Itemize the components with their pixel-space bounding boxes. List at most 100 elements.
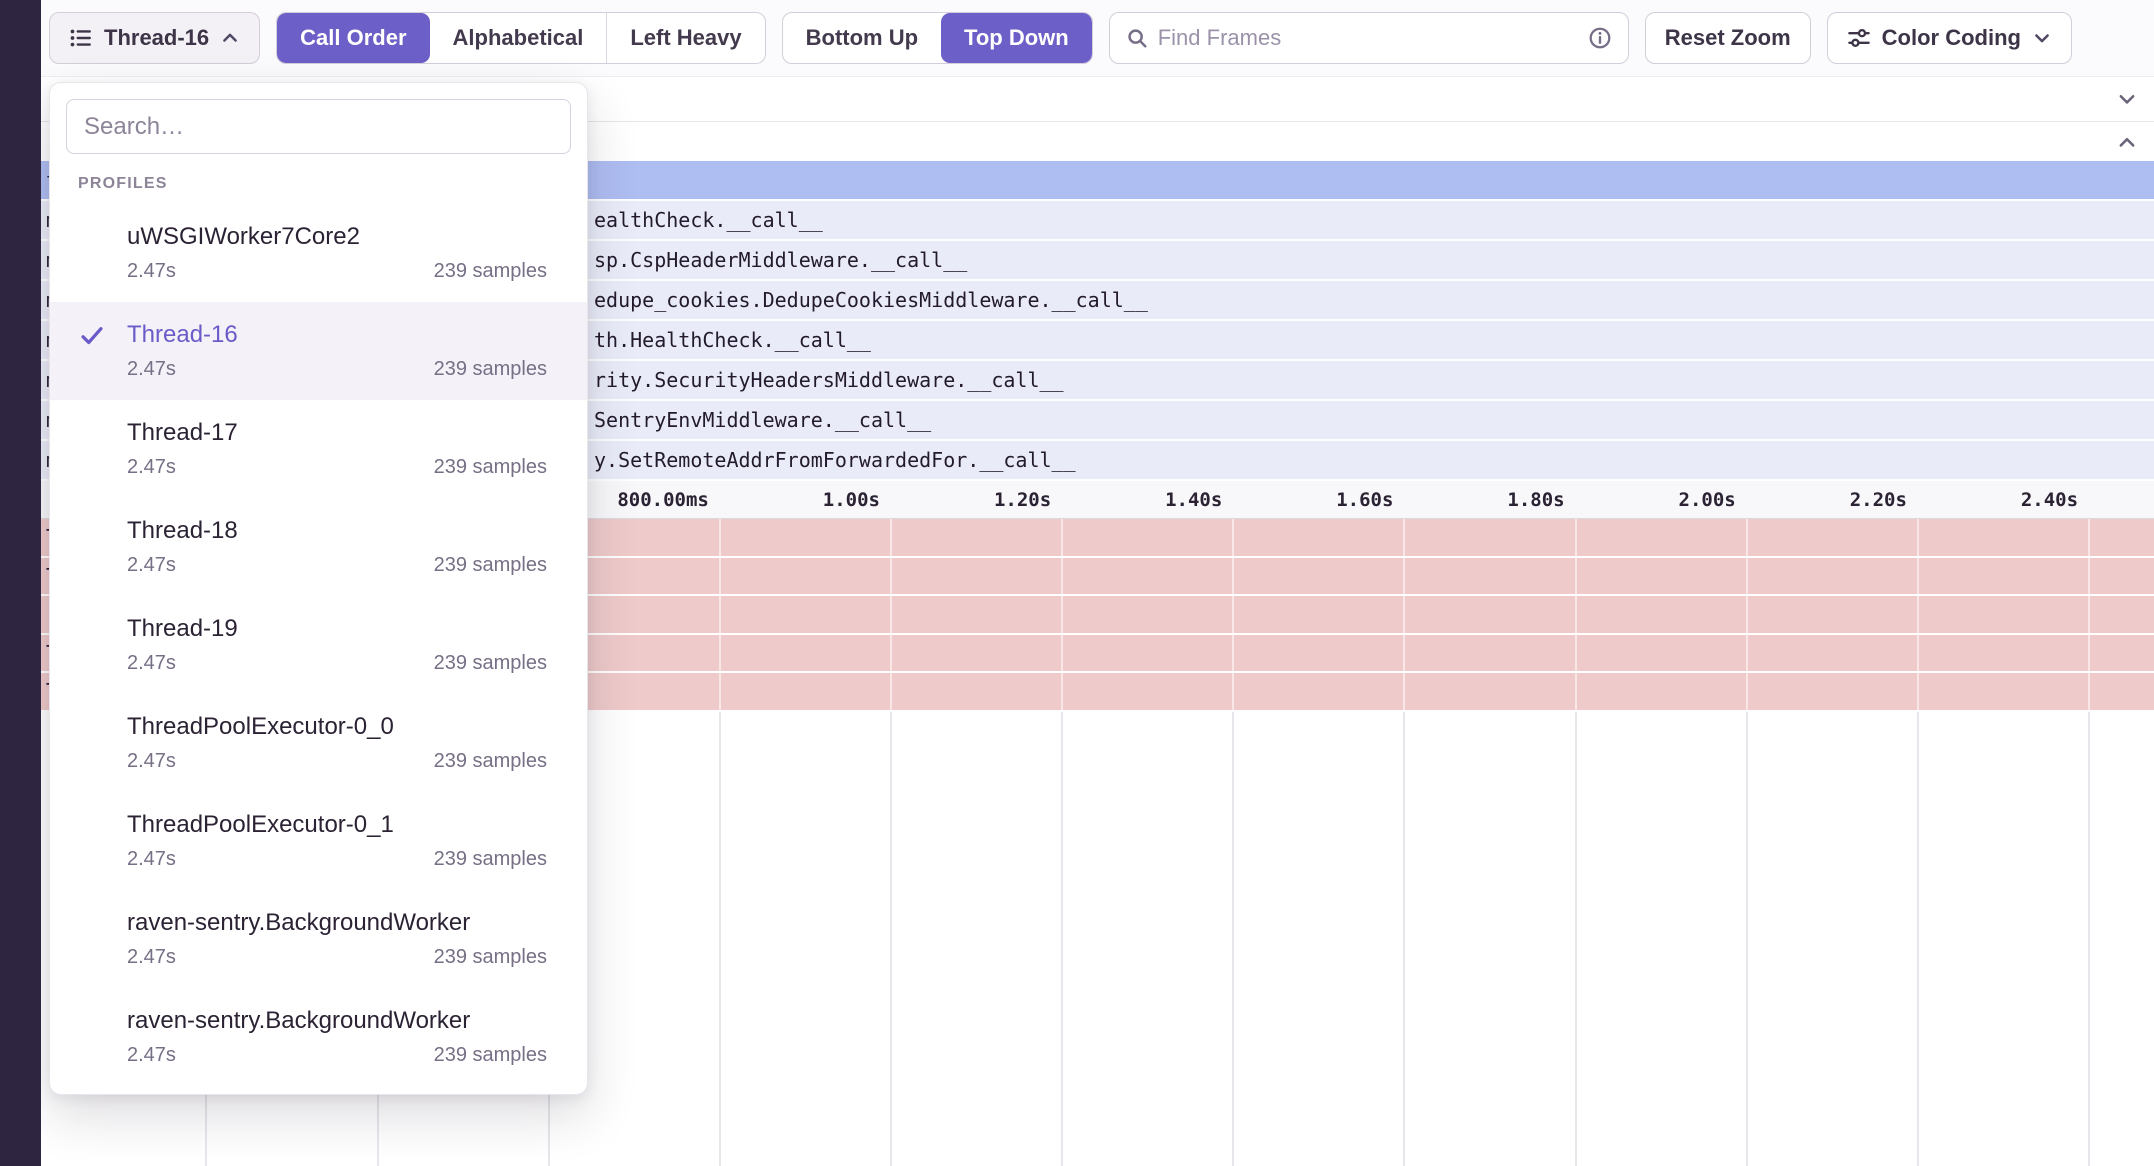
gridline <box>1746 712 1748 1166</box>
frame-label: rity.SecurityHeadersMiddleware.__call__ <box>594 368 1064 392</box>
profile-name: raven-sentry.BackgroundWorker <box>127 906 547 940</box>
chevron-down-icon[interactable] <box>2116 88 2138 110</box>
reset-zoom-label: Reset Zoom <box>1665 27 1791 49</box>
checkmark-placeholder <box>79 911 109 937</box>
profile-name: ThreadPoolExecutor-0_1 <box>127 808 547 842</box>
dropdown-search-input[interactable] <box>66 99 571 154</box>
checkmark-placeholder <box>79 1009 109 1035</box>
profile-sample-count: 239 samples <box>434 1040 547 1070</box>
gridline <box>890 712 892 1166</box>
profile-meta: 2.47s 239 samples <box>127 746 547 776</box>
profile-name: uWSGIWorker7Core2 <box>127 220 547 254</box>
profile-sample-count: 239 samples <box>434 256 547 286</box>
app-sidebar-strip <box>0 0 41 1166</box>
profile-item[interactable]: raven-sentry.BackgroundWorker2.47s 239 sa… <box>50 988 587 1086</box>
flamegraph-toolbar: Thread-16 Call OrderAlphabeticalLeft Hea… <box>41 0 2154 77</box>
profile-item[interactable]: Thread-192.47s239 samples <box>50 596 587 694</box>
checkmark-placeholder <box>79 225 109 251</box>
thread-selector-label: Thread-16 <box>104 27 209 49</box>
profile-meta: 2.47s 239 samples <box>127 354 547 384</box>
profile-duration: 2.47s <box>127 746 176 776</box>
direction-segmented-control: Bottom UpTop Down <box>782 12 1093 64</box>
gridline <box>1403 712 1405 1166</box>
profile-name: Thread-16 <box>127 318 547 352</box>
color-coding-button[interactable]: Color Coding <box>1827 12 2072 64</box>
gridline <box>1575 712 1577 1166</box>
profile-meta: 2.47s 239 samples <box>127 452 547 482</box>
profile-sample-count: 239 samples <box>434 452 547 482</box>
find-frames-field[interactable] <box>1109 12 1629 64</box>
profile-duration: 2.47s <box>127 550 176 580</box>
frame-label: edupe_cookies.DedupeCookiesMiddleware.__… <box>594 288 1148 312</box>
profile-duration: 2.47s <box>127 942 176 972</box>
frame-label: SentryEnvMiddleware.__call__ <box>594 408 931 432</box>
axis-tick-label: 1.40s <box>1165 489 1222 511</box>
profile-item[interactable]: uWSGIWorker7Core22.47s 239 samples <box>50 204 587 302</box>
search-icon <box>1126 27 1148 49</box>
axis-tick-label: 2.00s <box>1679 489 1736 511</box>
segment-left-heavy[interactable]: Left Heavy <box>606 13 764 63</box>
gridline <box>2088 712 2090 1166</box>
profile-name: Thread-18 <box>127 514 547 548</box>
profile-name: Thread-19 <box>127 612 547 646</box>
profiles-section-label: PROFILES <box>78 174 587 194</box>
frame-label: th.HealthCheck.__call__ <box>594 328 871 352</box>
profile-sample-count: 239 samples <box>434 844 547 874</box>
reset-zoom-button[interactable]: Reset Zoom <box>1645 12 1811 64</box>
profile-duration: 2.47s <box>127 844 176 874</box>
profile-sample-count: 239 samples <box>434 746 547 776</box>
info-icon[interactable] <box>1588 26 1612 50</box>
frame-label: y.SetRemoteAddrFromForwardedFor.__call__ <box>594 448 1076 472</box>
profile-duration: 2.47s <box>127 354 176 384</box>
color-coding-label: Color Coding <box>1882 27 2021 49</box>
segment-call-order[interactable]: Call Order <box>277 13 429 63</box>
checkmark-icon <box>79 323 109 349</box>
axis-tick-label: 1.20s <box>994 489 1051 511</box>
checkmark-placeholder <box>79 519 109 545</box>
profile-name: Thread-17 <box>127 416 547 450</box>
axis-tick-label: 1.00s <box>823 489 880 511</box>
gridline <box>719 712 721 1166</box>
axis-tick-label: 1.60s <box>1336 489 1393 511</box>
thread-selector-button[interactable]: Thread-16 <box>49 12 260 64</box>
gridline <box>1061 712 1063 1166</box>
profile-item[interactable]: ThreadPoolExecutor-0_12.47s 239 samples <box>50 792 587 890</box>
checkmark-placeholder <box>79 617 109 643</box>
profile-sample-count: 239 samples <box>434 550 547 580</box>
checkmark-placeholder <box>79 813 109 839</box>
profile-list: uWSGIWorker7Core22.47s239 samplesThread-… <box>50 204 587 1086</box>
profile-meta: 2.47s239 samples <box>127 648 547 678</box>
segment-alphabetical[interactable]: Alphabetical <box>430 13 607 63</box>
profile-duration: 2.47s <box>127 452 176 482</box>
profile-item[interactable]: Thread-162.47s 239 samples <box>50 302 587 400</box>
segment-top-down[interactable]: Top Down <box>941 13 1092 63</box>
chevron-up-icon <box>220 28 240 48</box>
segment-bottom-up[interactable]: Bottom Up <box>783 13 941 63</box>
profile-sample-count: 239 samples <box>434 354 547 384</box>
checkmark-placeholder <box>79 421 109 447</box>
profile-meta: 2.47s 239 samples <box>127 942 547 972</box>
frame-label: ealthCheck.__call__ <box>594 208 823 232</box>
profile-duration: 2.47s <box>127 648 176 678</box>
profile-name: raven-sentry.BackgroundWorker <box>127 1004 547 1038</box>
profile-meta: 2.47s 239 samples <box>127 256 547 286</box>
sort-segmented-control: Call OrderAlphabeticalLeft Heavy <box>276 12 765 64</box>
chevron-up-icon[interactable] <box>2116 131 2138 153</box>
sliders-icon <box>1847 26 1871 50</box>
profile-item[interactable]: Thread-172.47s 239 samples <box>50 400 587 498</box>
profile-meta: 2.47s 239 samples <box>127 550 547 580</box>
profile-name: ThreadPoolExecutor-0_0 <box>127 710 547 744</box>
profile-duration: 2.47s <box>127 1040 176 1070</box>
gridline <box>1232 712 1234 1166</box>
profile-item[interactable]: raven-sentry.BackgroundWorker2.47s 239 sa… <box>50 890 587 988</box>
profile-item[interactable]: ThreadPoolExecutor-0_02.47s 239 samples <box>50 694 587 792</box>
find-frames-input[interactable] <box>1158 25 1578 51</box>
profile-meta: 2.47s 239 samples <box>127 844 547 874</box>
axis-tick-label: 2.40s <box>2021 489 2078 511</box>
thread-list-icon <box>69 26 93 50</box>
axis-tick-label: 2.20s <box>1850 489 1907 511</box>
profile-sample-count: 239 samples <box>434 942 547 972</box>
profile-item[interactable]: Thread-182.47s 239 samples <box>50 498 587 596</box>
axis-tick-label: 1.80s <box>1507 489 1564 511</box>
profile-duration: 2.47s <box>127 256 176 286</box>
